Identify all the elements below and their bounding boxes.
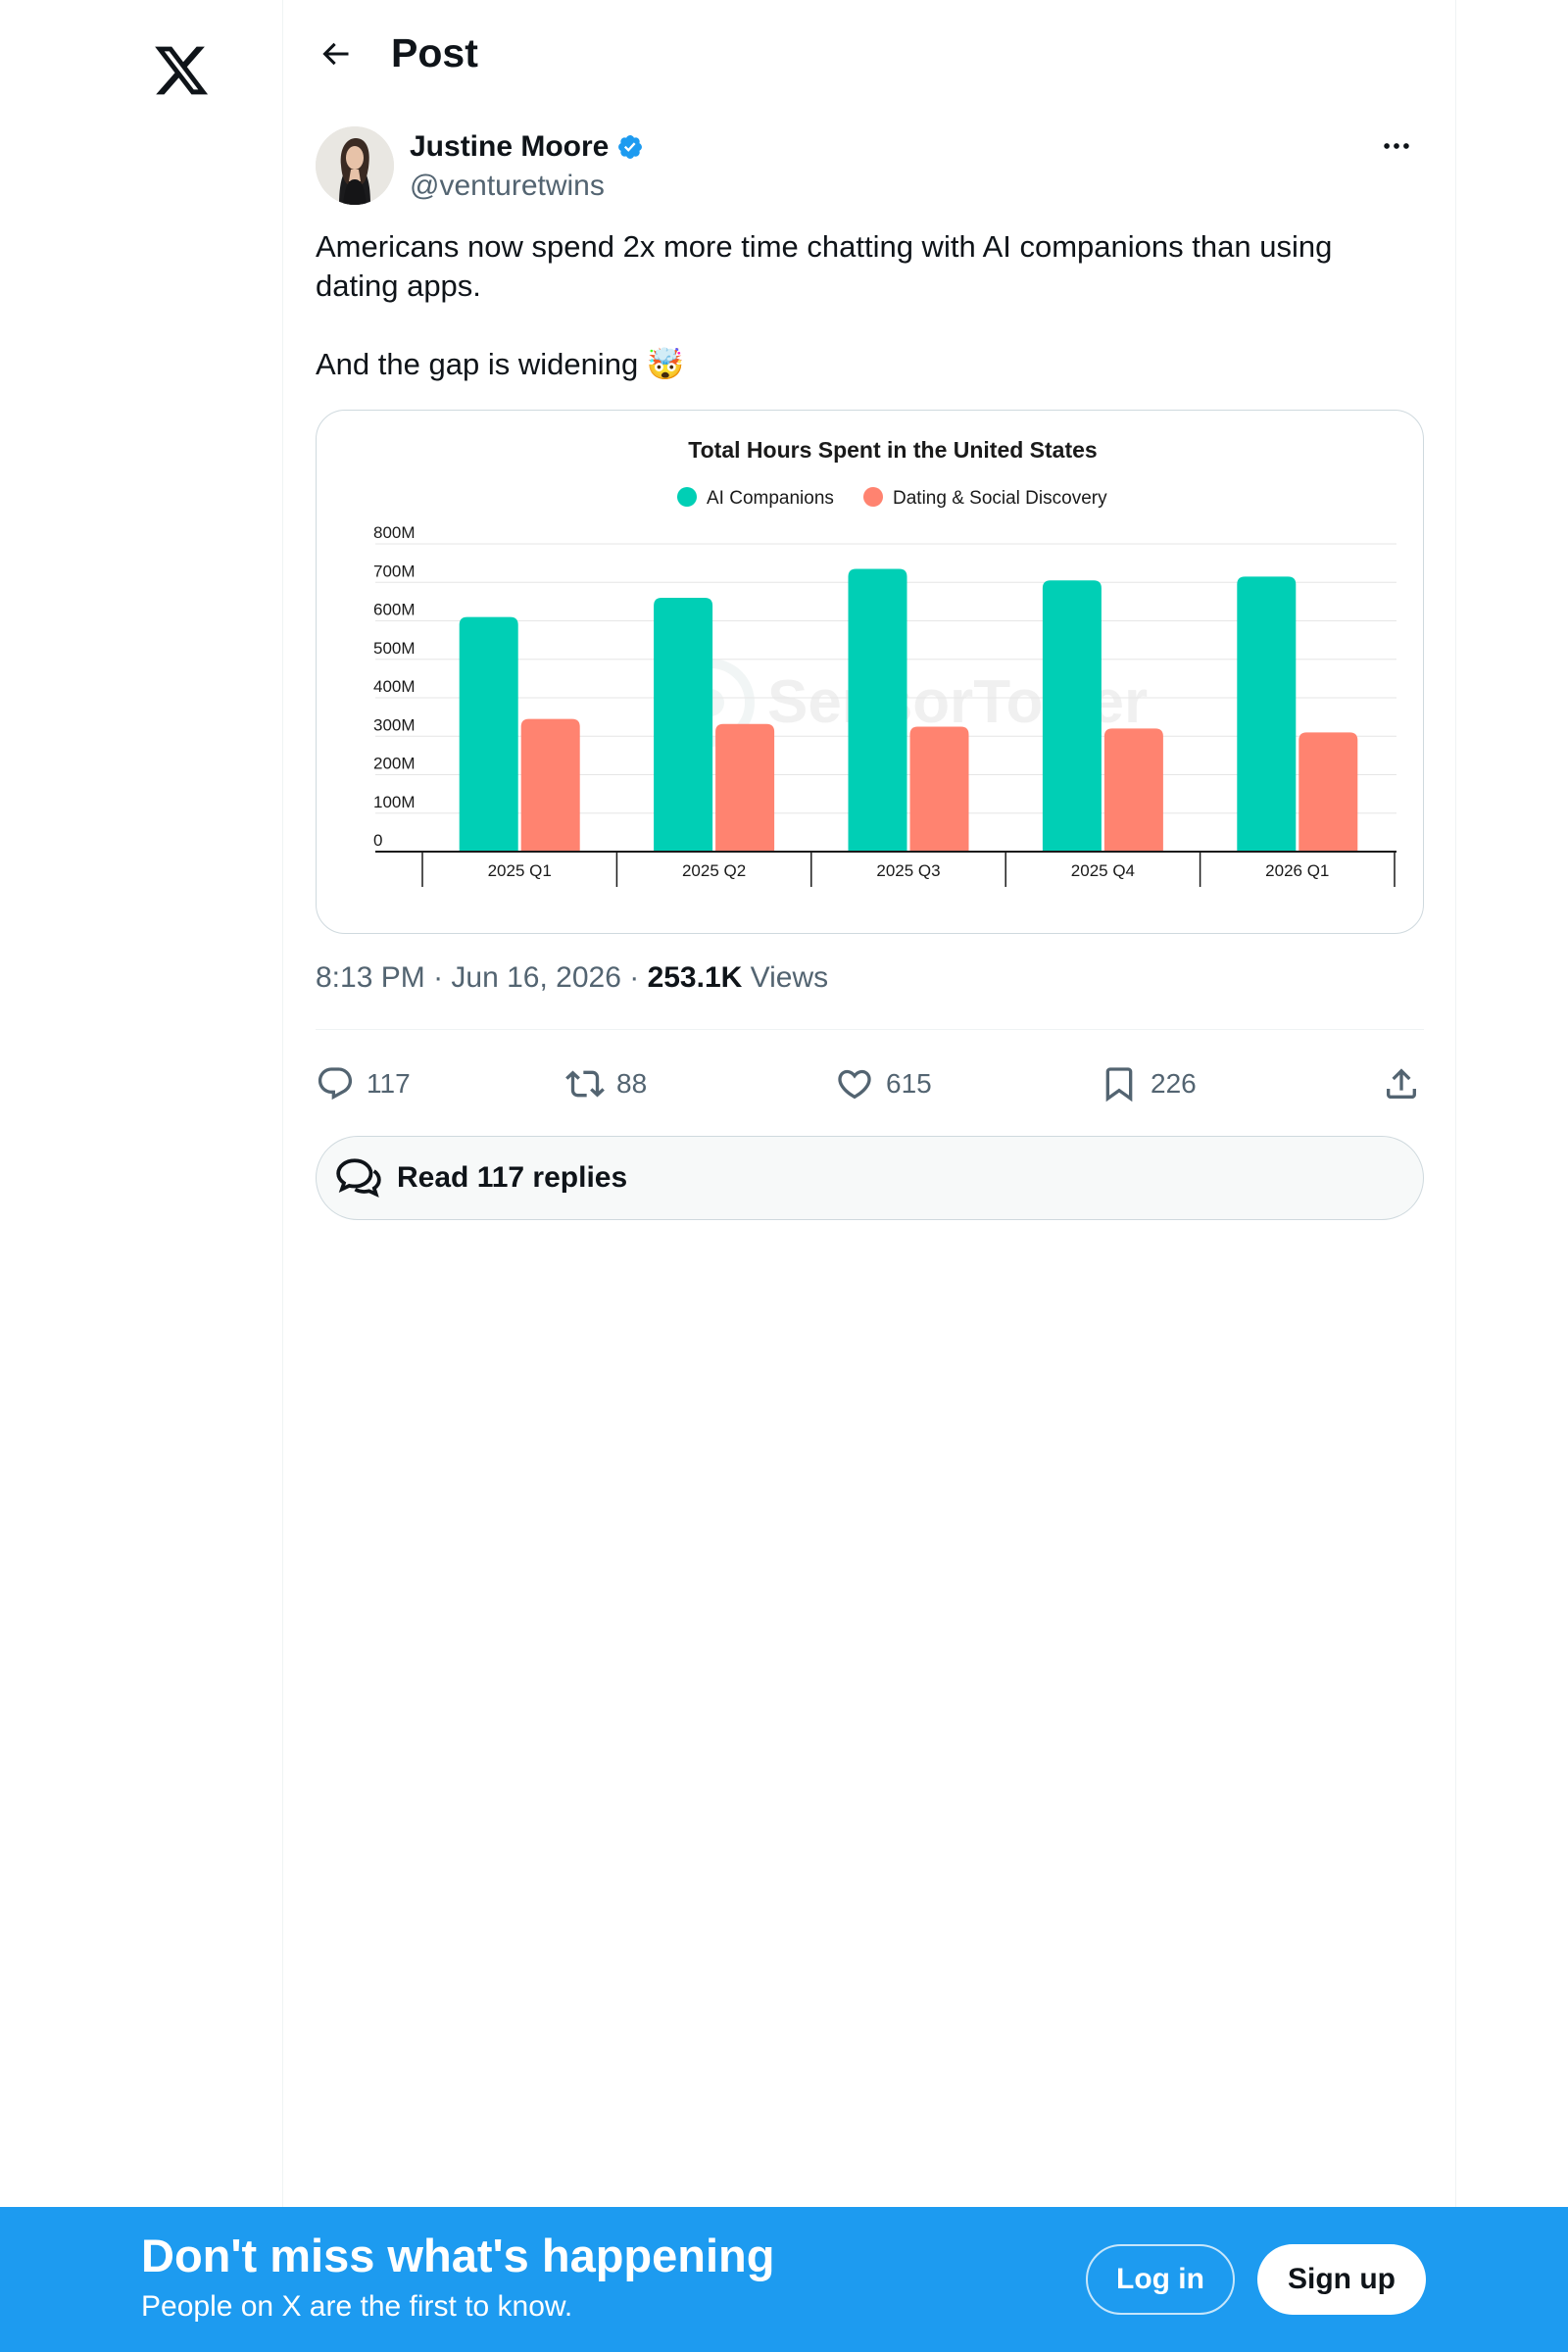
read-replies-label: Read 117 replies [397,1161,628,1194]
y-tick-label: 200M [373,755,416,773]
post-text: Americans now spend 2x more time chattin… [316,227,1423,384]
avatar[interactable] [316,126,394,205]
bookmark-count: 226 [1151,1068,1197,1099]
meta-separator: · [433,961,452,994]
verified-badge-icon [618,135,643,159]
bar-chart: SensorTower Total Hours Spent in the Uni… [373,437,1396,887]
page-title: Post [391,30,478,75]
post-date[interactable]: Jun 16, 2026 [451,961,620,994]
repost-button[interactable]: 88 [565,1056,647,1111]
top-bar: Post [283,0,1455,104]
banner-subtitle: People on X are the first to know. [141,2290,573,2323]
repost-icon [565,1070,605,1098]
y-tick-label: 300M [373,715,416,734]
arrow-left-icon [322,42,349,66]
y-tick-label: 100M [373,793,416,811]
read-replies-button[interactable]: Read 117 replies [316,1136,1424,1220]
signup-banner: Don't miss what's happening People on X … [0,2207,1568,2352]
repost-count: 88 [616,1068,648,1099]
x-tick-label: 2025 Q2 [682,861,746,880]
reply-count: 117 [367,1068,411,1099]
bar-dating-social [520,718,580,852]
y-tick-label: 0 [373,831,382,850]
x-logo-icon[interactable] [152,41,211,100]
y-tick-label: 700M [373,562,416,580]
bar-dating-social [909,726,969,852]
y-tick-label: 600M [373,601,416,619]
like-icon [838,1069,871,1100]
post-time[interactable]: 8:13 PM [316,961,425,994]
bar-dating-social [1298,732,1358,852]
author-handle[interactable]: @venturetwins [410,169,605,204]
bookmark-icon [1105,1067,1133,1102]
bar-ai-companions [459,616,518,852]
y-tick-label: 800M [373,523,416,542]
like-count: 615 [886,1068,932,1099]
action-bar: 117 88 615 226 [316,1056,1424,1111]
reply-icon [318,1067,353,1101]
banner-title: Don't miss what's happening [141,2230,775,2281]
author-name[interactable]: Justine Moore [410,129,644,165]
bar-ai-companions [848,568,907,852]
meta-separator: · [629,961,648,994]
y-tick-label: 500M [373,639,416,658]
post-media-chart[interactable]: SensorTower Total Hours Spent in the Uni… [316,410,1424,934]
views-label: Views [750,961,829,994]
legend-swatch [863,487,883,507]
divider [316,1029,1424,1030]
reply-button[interactable]: 117 [316,1056,411,1111]
more-button[interactable] [1370,126,1423,166]
signup-button[interactable]: Sign up [1257,2244,1426,2315]
conversation-icon [336,1158,381,1198]
bookmark-button[interactable]: 226 [1100,1056,1197,1111]
x-tick-label: 2025 Q4 [1071,861,1135,880]
post-author: Justine Moore @venturetwins [316,126,1423,207]
main-column: Post Justine Moore @venturetwins America… [282,0,1456,2352]
views-count: 253.1K [647,961,743,994]
x-tick-label: 2026 Q1 [1265,861,1329,880]
left-rail [0,0,282,2352]
chart-title: Total Hours Spent in the United States [688,437,1097,463]
post-text-line1: Americans now spend 2x more time chattin… [316,229,1333,303]
bar-ai-companions [654,597,713,852]
legend-swatch [677,487,697,507]
share-button[interactable] [1382,1056,1421,1111]
legend-label: Dating & Social Discovery [893,488,1107,509]
back-button[interactable] [311,29,360,78]
x-tick-label: 2025 Q3 [876,861,940,880]
post-text-line2: And the gap is widening 🤯 [316,347,685,381]
like-button[interactable]: 615 [835,1056,932,1111]
login-button[interactable]: Log in [1086,2244,1235,2315]
bar-ai-companions [1042,580,1102,852]
post-meta: 8:13 PM · Jun 16, 2026 · 253.1K Views [316,958,828,998]
legend-label: AI Companions [707,488,834,509]
x-tick-label: 2025 Q1 [488,861,552,880]
more-horizontal-icon [1384,143,1409,149]
bar-dating-social [1103,728,1163,852]
bar-ai-companions [1237,576,1297,852]
author-name-text: Justine Moore [410,130,610,163]
y-tick-label: 400M [373,677,416,696]
bar-dating-social [715,723,775,852]
share-icon [1387,1068,1416,1099]
